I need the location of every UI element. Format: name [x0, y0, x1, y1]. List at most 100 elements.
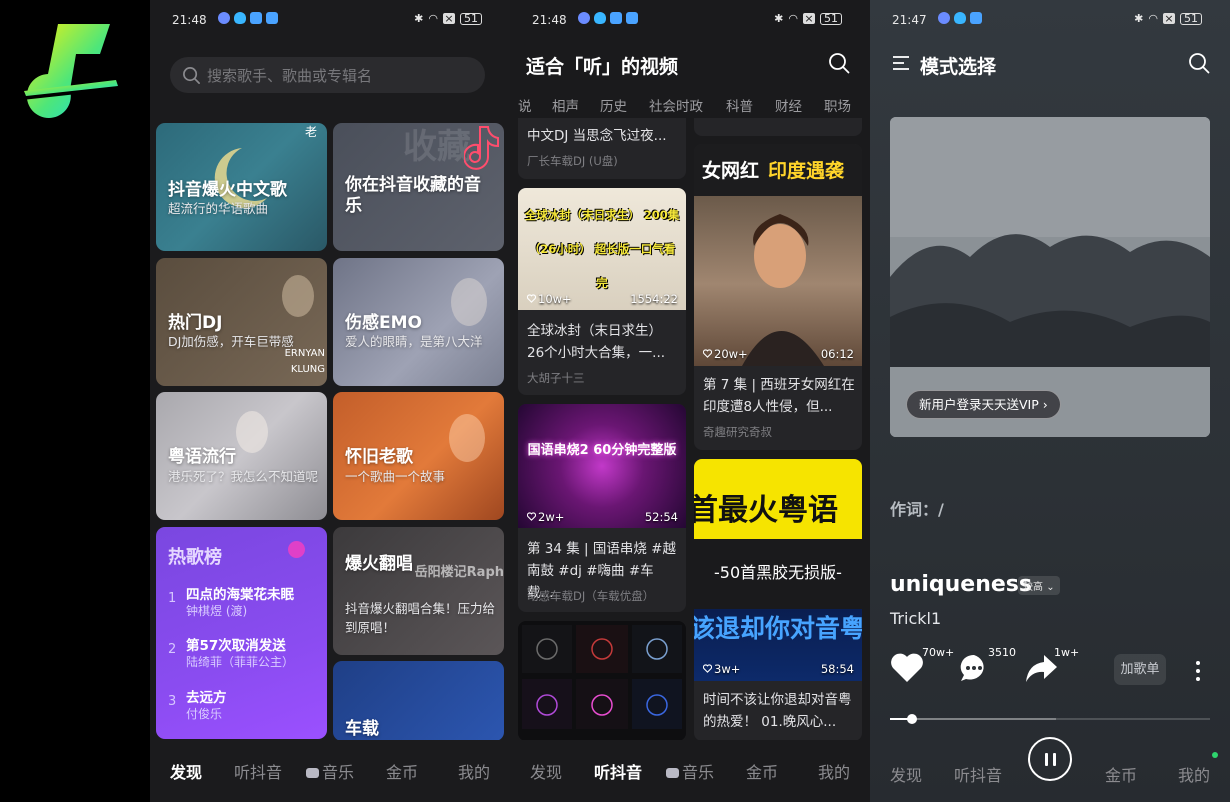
thumbnail-caption: 全球冰封（末日求生） 200集（26小时） 超长版一口气看完: [524, 208, 680, 290]
quality-selector[interactable]: 较高 ⌄: [1018, 576, 1060, 595]
playlist-card[interactable]: 怀旧老歌 一个歌曲一个故事: [333, 392, 504, 520]
nav-music[interactable]: 音乐: [654, 759, 726, 783]
chevron-right-icon: ›: [1042, 397, 1048, 412]
hot-chart-card[interactable]: 热歌榜 1 四点的海棠花未眠 钟棋煜 (渡) 2 第57次取消发送 陆绮菲（菲菲…: [156, 527, 327, 739]
notification-icons: [938, 12, 982, 24]
nav-music-label: 音乐: [681, 763, 714, 782]
nav-coins[interactable]: 金币: [366, 759, 438, 783]
app-notif-icon: [266, 12, 278, 24]
menu-icon[interactable]: [892, 54, 910, 72]
video-author: 厂长车载DJ (U盘): [527, 154, 618, 168]
video-card[interactable]: 女网红 印度遇袭 20w+ 06:12 第 7 集 | 西班牙女网红在印度遭8人…: [694, 144, 862, 450]
likes-count: 2w+: [538, 510, 565, 524]
app-notif-icon: [250, 12, 262, 24]
app-notif-icon: [938, 12, 950, 24]
qq-icon: [234, 12, 246, 24]
bluetooth-icon: ✱: [774, 12, 784, 25]
nav-coins[interactable]: 金币: [1105, 762, 1137, 786]
artist-name[interactable]: Trickl1: [890, 609, 941, 628]
sim-icon: ×: [443, 12, 455, 25]
tab-category[interactable]: 说: [518, 95, 532, 115]
status-right: ✱ ◠ × 51: [414, 12, 482, 25]
tab-category[interactable]: 科普: [726, 95, 753, 115]
share-button[interactable]: 1w+: [1024, 644, 1094, 684]
app-notif-icon: [970, 12, 982, 24]
video-likes: 10w+: [527, 292, 572, 306]
video-duration: 1554:22: [630, 292, 678, 306]
playlist-card[interactable]: 老 抖音爆火中文歌 超流行的华语歌曲: [156, 123, 327, 251]
card-title: 你在抖音收藏的音乐: [345, 175, 481, 216]
playlist-card[interactable]: 粤语流行 港乐死了？我怎么不知道呢: [156, 392, 327, 520]
video-likes: 3w+: [703, 662, 740, 676]
search-icon[interactable]: [828, 52, 850, 74]
tab-category[interactable]: 财经: [775, 95, 802, 115]
chart-artist: 钟棋煜 (渡): [186, 604, 248, 618]
search-icon[interactable]: [1188, 52, 1210, 74]
progress-knob[interactable]: [907, 714, 918, 724]
battery-icon: 51: [460, 12, 482, 25]
battery-icon: 51: [820, 12, 842, 25]
more-icon[interactable]: [1196, 660, 1200, 682]
card-subtitle: 爱人的眼睛，是第八大洋: [345, 334, 483, 349]
video-duration: 58:54: [820, 662, 854, 676]
video-card[interactable]: 首最火粤语 -50首黑胶无损版- 该退却你对音粤 3w+ 58:54 时间不该让…: [694, 459, 862, 741]
lyricist-label: 作词：/: [890, 500, 944, 519]
bottom-nav: 发现 听抖音 音乐 金币 我的: [150, 740, 510, 802]
video-author: 奇趣研究奇叔: [703, 425, 772, 439]
comment-button[interactable]: 3510: [958, 644, 1028, 684]
discover-screen: 21:48 ✱ ◠ × 51 搜索歌手、歌曲或专辑名 老 抖音爆火中文歌 超流行…: [150, 0, 510, 802]
search-input[interactable]: 搜索歌手、歌曲或专辑名: [170, 57, 485, 93]
nav-mine[interactable]: 我的: [1178, 762, 1210, 786]
nav-mine[interactable]: 我的: [798, 759, 870, 783]
nav-discover[interactable]: 发现: [150, 759, 222, 783]
app-notif-icon: [218, 12, 230, 24]
heart-icon: [527, 294, 536, 303]
video-card[interactable]: 中文DJ 当思念飞过夜... 厂长车载DJ (U盘): [518, 118, 686, 179]
portrait-illustration: [451, 278, 487, 326]
video-title: 全球冰封（末日求生）26个小时大合集，一...: [527, 323, 666, 361]
pause-icon: [1053, 753, 1056, 766]
playlist-card[interactable]: ERNYAN KLUNG 热门DJ DJ加伤感，开车巨带感: [156, 258, 327, 386]
playlist-card[interactable]: 伤感EMO 爱人的眼睛，是第八大洋: [333, 258, 504, 386]
nav-listen-douyin[interactable]: 听抖音: [954, 762, 1002, 786]
nav-music[interactable]: 音乐: [294, 759, 366, 783]
vip-banner-button[interactable]: 新用户登录天天送VIP ›: [906, 390, 1061, 419]
card-title: 车载: [345, 719, 379, 739]
app-notif-icon: [954, 12, 966, 24]
pause-icon: [1045, 753, 1048, 766]
qq-icon: [594, 12, 606, 24]
video-card-partial[interactable]: [694, 118, 862, 136]
playlist-card[interactable]: 收藏 你在抖音收藏的音乐: [333, 123, 504, 251]
add-to-playlist-button[interactable]: 加歌单: [1114, 654, 1166, 685]
chart-artist: 付俊乐: [186, 707, 223, 721]
nav-listen-douyin[interactable]: 听抖音: [582, 759, 654, 783]
thumbnail-caption-c: 该退却你对音粤: [694, 614, 862, 643]
nav-discover[interactable]: 发现: [510, 759, 582, 783]
tab-category[interactable]: 社会时政: [649, 95, 703, 115]
card-title: 粤语流行: [168, 447, 236, 467]
like-button[interactable]: 70w+: [890, 644, 954, 684]
nav-coins[interactable]: 金币: [726, 759, 798, 783]
player-screen: 21:47 ✱ ◠ × 51 模式选择 新用户登录天天送VIP › 作词：/ u…: [870, 0, 1230, 802]
pause-button[interactable]: [1028, 737, 1072, 781]
video-card[interactable]: 全球冰封（末日求生） 200集（26小时） 超长版一口气看完 10w+ 1554…: [518, 188, 686, 395]
app-notif-icon: [626, 12, 638, 24]
video-card[interactable]: [518, 621, 686, 741]
nav-discover[interactable]: 发现: [890, 762, 922, 786]
playlist-card[interactable]: 岳阳楼记Raph 爆火翻唱 抖音爆火翻唱合集！压力给到原唱！: [333, 527, 504, 655]
tab-category[interactable]: 历史: [600, 95, 627, 115]
nav-mine[interactable]: 我的: [438, 759, 510, 783]
playlist-card[interactable]: 车载: [333, 661, 504, 741]
tab-category[interactable]: 相声: [552, 95, 579, 115]
video-frame: [890, 117, 1210, 437]
progress-bar[interactable]: [890, 714, 1210, 724]
like-count: 70w+: [922, 646, 955, 659]
video-player[interactable]: 新用户登录天天送VIP ›: [890, 117, 1210, 437]
video-card[interactable]: 国语串烧2 60分钟完整版 2w+ 52:54 第 34 集 | 国语串烧 #越…: [518, 404, 686, 612]
tab-category[interactable]: 职场: [824, 95, 851, 115]
card-title: 伤感EMO: [345, 313, 422, 333]
thumbnail-caption-a: 首最火粤语: [694, 493, 838, 528]
nav-listen-douyin[interactable]: 听抖音: [222, 759, 294, 783]
card-subtitle: 抖音爆火翻唱合集！压力给到原唱！: [345, 601, 496, 635]
status-bar: 21:47 ✱ ◠ × 51: [870, 0, 1230, 40]
